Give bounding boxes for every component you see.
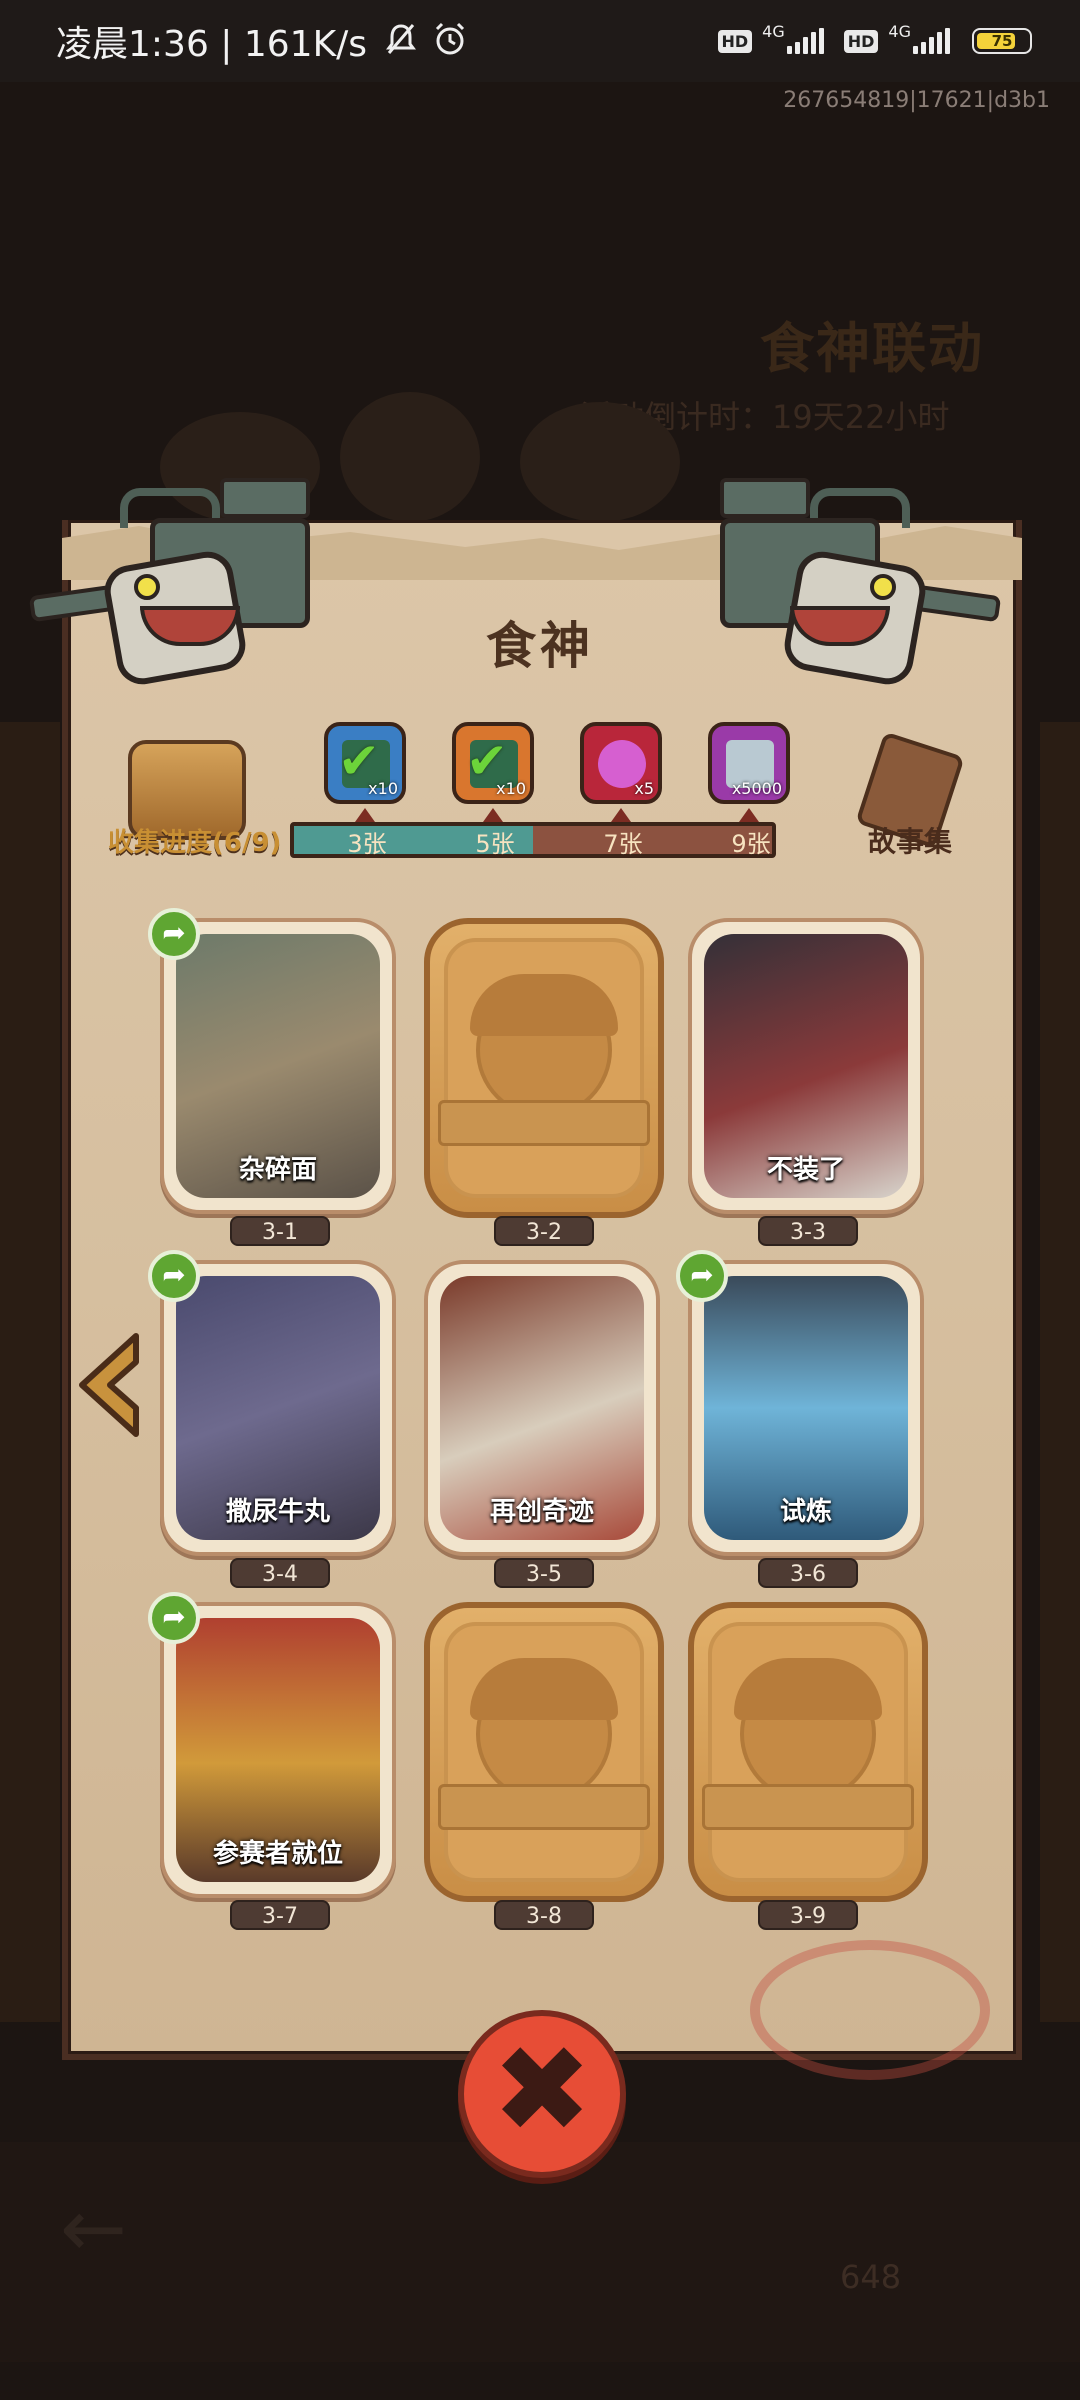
card-3-1[interactable]: 杂碎面 ➦ 3-1	[148, 908, 400, 1248]
bg-frame-left	[0, 722, 60, 2022]
share-icon[interactable]: ➦	[676, 1250, 728, 1302]
bg-dish-3	[520, 402, 680, 522]
milestone-pin	[483, 808, 503, 822]
milestone-pin	[611, 808, 631, 822]
panel-title: 食神	[486, 617, 594, 675]
hd-badge-1: HD	[717, 29, 753, 53]
share-icon[interactable]: ➦	[148, 908, 200, 960]
bg-back-arrow-icon: ←	[60, 2182, 128, 2275]
card-3-6[interactable]: 试炼 ➦ 3-6	[676, 1250, 928, 1590]
card-title: 试炼	[779, 1497, 832, 1527]
card-number-label: 3-7	[230, 1900, 330, 1930]
milestone-label: 9张	[731, 830, 771, 858]
milestone-pin	[739, 808, 759, 822]
previous-page-arrow-icon[interactable]	[74, 1330, 144, 1440]
story-collection-button[interactable]: 故事集	[868, 820, 952, 860]
story-card[interactable]: 杂碎面	[160, 918, 396, 1214]
locked-card[interactable]	[688, 1602, 928, 1902]
milestone-pin	[355, 808, 375, 822]
reward-quantity: x5000	[731, 779, 782, 798]
card-number-label: 3-3	[758, 1216, 858, 1246]
reward-2[interactable]: ✔ x10	[452, 722, 534, 804]
status-bar: 凌晨1:36 | 161K/s HD 4G HD 4G 75	[0, 0, 1080, 82]
card-title: 杂碎面	[238, 1155, 317, 1185]
milestone-label: 7张	[603, 830, 643, 858]
card-number-label: 3-2	[494, 1216, 594, 1246]
signal-icon-2	[913, 28, 950, 54]
card-number-label: 3-8	[494, 1900, 594, 1930]
story-card[interactable]: 试炼	[688, 1260, 924, 1556]
reward-quantity: x10	[496, 779, 526, 798]
share-icon[interactable]: ➦	[148, 1250, 200, 1302]
close-icon: ✖	[491, 2021, 593, 2160]
milestone-label: 5张	[475, 830, 515, 858]
battery-icon: 75	[972, 28, 1032, 54]
signal-icon-1	[786, 28, 824, 54]
camera-left-decoration	[28, 478, 330, 718]
locked-ribbon	[438, 1784, 650, 1830]
reward-quantity: x5	[634, 779, 654, 798]
milestone-label: 3张	[347, 830, 387, 858]
mute-bell-icon	[383, 21, 419, 61]
bg-frame-right	[1040, 722, 1080, 2022]
locked-card[interactable]	[424, 1602, 664, 1902]
card-title: 再创奇迹	[489, 1497, 594, 1527]
card-title: 参赛者就位	[212, 1839, 343, 1869]
close-button[interactable]: ✖	[458, 2010, 626, 2178]
event-title: 食神联动	[760, 317, 984, 380]
card-3-7[interactable]: 参赛者就位 ➦ 3-7	[148, 1592, 400, 1932]
card-3-3[interactable]: 不装了 3-3	[688, 918, 928, 1248]
reward-3[interactable]: x5	[580, 722, 662, 804]
alarm-icon	[431, 20, 469, 62]
card-3-9[interactable]: 3-9	[688, 1602, 928, 1932]
bg-count: 648	[840, 2258, 902, 2296]
card-3-2[interactable]: 3-2	[424, 918, 664, 1248]
battery-level: 75	[991, 32, 1013, 50]
reward-4[interactable]: x5000	[708, 722, 790, 804]
network-type-2: 4G	[888, 21, 911, 41]
card-number-label: 3-6	[758, 1558, 858, 1588]
card-number-label: 3-1	[230, 1216, 330, 1246]
card-3-8[interactable]: 3-8	[424, 1602, 664, 1932]
card-number-label: 3-9	[758, 1900, 858, 1930]
card-3-4[interactable]: 撒尿牛丸 ➦ 3-4	[148, 1250, 400, 1590]
bg-dish-2	[340, 392, 480, 522]
card-3-5[interactable]: 再创奇迹 3-5	[424, 1260, 664, 1590]
story-card[interactable]: 再创奇迹	[424, 1260, 660, 1556]
card-title: 撒尿牛丸	[225, 1497, 330, 1527]
card-number-label: 3-4	[230, 1558, 330, 1588]
seal-stamp-decoration	[750, 1940, 990, 2080]
reward-quantity: x10	[368, 779, 398, 798]
hd-badge-2: HD	[843, 29, 879, 53]
share-icon[interactable]: ➦	[148, 1592, 200, 1644]
story-card[interactable]: 撒尿牛丸	[160, 1260, 396, 1556]
locked-ribbon	[702, 1784, 914, 1830]
story-card[interactable]: 参赛者就位	[160, 1602, 396, 1898]
card-title: 不装了	[766, 1155, 845, 1185]
locked-card[interactable]	[424, 918, 664, 1218]
story-card[interactable]: 不装了	[688, 918, 924, 1214]
reward-1[interactable]: ✔ x10	[324, 722, 406, 804]
collection-progress-label: 收集进度(6/9)	[108, 828, 282, 858]
locked-ribbon	[438, 1100, 650, 1146]
camera-right-decoration	[700, 478, 1002, 718]
network-type-1: 4G	[762, 21, 785, 41]
card-number-label: 3-5	[494, 1558, 594, 1588]
status-time: 凌晨1:36 | 161K/s	[56, 24, 368, 65]
